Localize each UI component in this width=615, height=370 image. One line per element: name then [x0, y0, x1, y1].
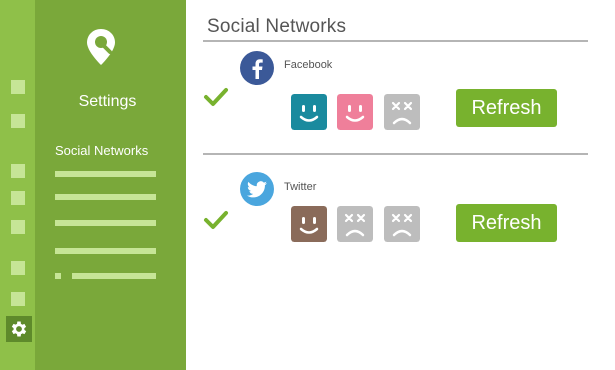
check-icon — [204, 88, 228, 106]
sidebar-item-social-networks[interactable]: Social Networks — [55, 143, 148, 158]
nav-square-icon[interactable] — [11, 261, 25, 275]
refresh-button[interactable]: Refresh — [456, 89, 557, 127]
dead-face-icon[interactable] — [384, 94, 420, 130]
sidebar-title: Settings — [78, 93, 137, 110]
icon-rail — [0, 0, 35, 370]
check-icon — [204, 211, 228, 229]
sidebar-item-bullet — [55, 273, 61, 279]
gear-icon — [11, 321, 27, 337]
sidebar-item-placeholder[interactable] — [55, 171, 156, 177]
network-name: Facebook — [284, 59, 333, 71]
sidebar-item-placeholder[interactable] — [55, 220, 156, 226]
network-name: Twitter — [284, 181, 317, 193]
happy-face-icon[interactable] — [291, 94, 327, 130]
title-divider — [203, 40, 588, 42]
nav-square-icon[interactable] — [11, 191, 25, 205]
happy-face-icon[interactable] — [291, 206, 327, 242]
section-divider — [203, 153, 588, 155]
happy-face-icon[interactable] — [337, 94, 373, 130]
nav-square-icon[interactable] — [11, 114, 25, 128]
settings-button[interactable] — [6, 316, 32, 342]
sidebar-item-placeholder[interactable] — [72, 273, 156, 279]
twitter-icon — [240, 172, 274, 206]
sidebar-item-placeholder[interactable] — [55, 194, 156, 200]
sidebar-item-placeholder[interactable] — [55, 248, 156, 254]
settings-sidebar: Settings Social Networks — [35, 0, 186, 370]
nav-square-icon[interactable] — [11, 164, 25, 178]
dead-face-icon[interactable] — [337, 206, 373, 242]
facebook-icon — [240, 51, 274, 85]
location-pin-logo-icon — [87, 29, 115, 65]
nav-square-icon[interactable] — [11, 80, 25, 94]
nav-square-icon[interactable] — [11, 220, 25, 234]
nav-square-icon[interactable] — [11, 292, 25, 306]
refresh-button[interactable]: Refresh — [456, 204, 557, 242]
page-title: Social Networks — [207, 16, 347, 37]
dead-face-icon[interactable] — [384, 206, 420, 242]
